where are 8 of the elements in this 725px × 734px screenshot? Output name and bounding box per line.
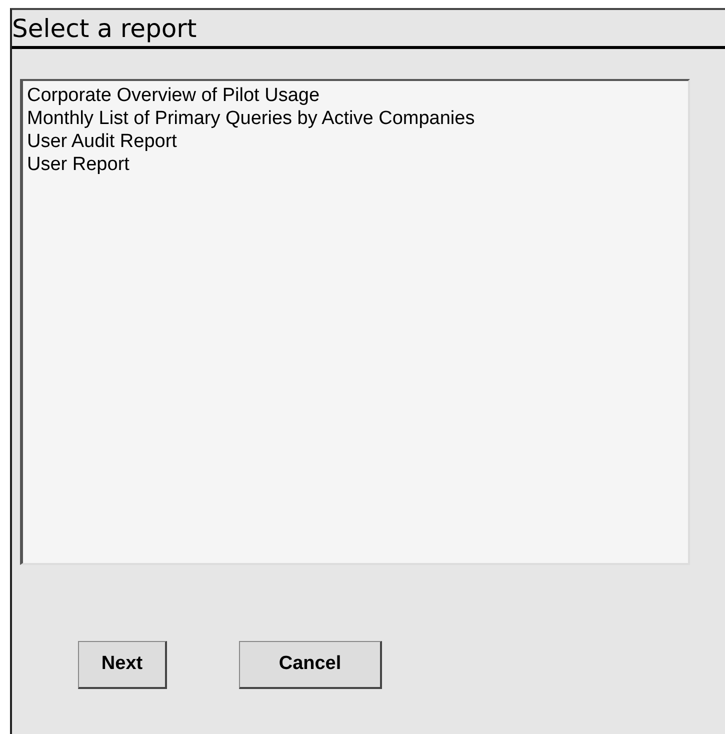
report-option[interactable]: User Report <box>27 153 684 176</box>
report-option[interactable]: User Audit Report <box>27 130 684 153</box>
report-option[interactable]: Corporate Overview of Pilot Usage <box>27 84 684 107</box>
report-list[interactable]: Corporate Overview of Pilot Usage Monthly List of Primary Queries by Active Companies User Audit Report User Report <box>20 79 690 565</box>
next-button[interactable]: Next <box>78 641 167 688</box>
report-option[interactable]: Monthly List of Primary Queries by Active Companies <box>27 107 684 130</box>
cancel-button[interactable]: Cancel <box>239 641 382 688</box>
page-title: Select a report <box>12 10 725 49</box>
